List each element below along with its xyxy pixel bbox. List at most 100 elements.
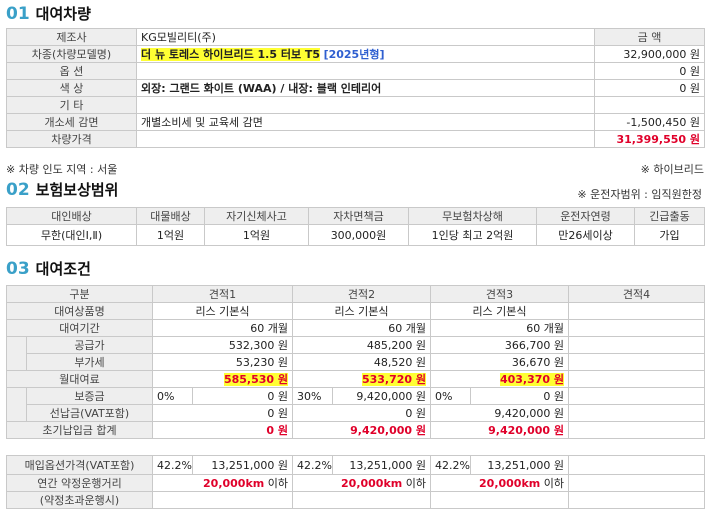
vat-label: 부가세 (26, 353, 153, 371)
buyout-label: 매입옵션가격(VAT포함) (6, 455, 153, 475)
etc-label: 기 타 (6, 96, 137, 114)
insurance-value: 가입 (634, 224, 705, 246)
supply-value: 366,700 원 (430, 336, 569, 354)
empty-cell (292, 491, 431, 509)
rental-table: 구분 견적1 견적2 견적3 견적4 대여상품명 리스 기본식 리스 기본식 리… (6, 285, 705, 439)
initial-value: 9,420,000 원 (430, 421, 569, 439)
mileage-label: 연간 약정운행거리 (6, 474, 153, 492)
model-price: 32,900,000 원 (594, 45, 705, 63)
quote-header: 견적4 (568, 285, 705, 303)
insurance-header: 대인배상 (6, 207, 137, 225)
product-label: 대여상품명 (6, 302, 153, 320)
mileage-suffix: 이하 (405, 477, 426, 490)
delivery-note: ※ 차량 인도 지역 : 서울 (6, 163, 118, 176)
quote-header: 견적3 (430, 285, 569, 303)
etc-value (136, 96, 595, 114)
mileage-value: 20,000km (203, 477, 265, 490)
quote-header: 견적2 (292, 285, 431, 303)
supply-value: 532,300 원 (152, 336, 293, 354)
deposit-value: 9,420,000 원 (332, 387, 431, 405)
monthly-cell: 533,720 원 (292, 370, 431, 388)
buyout-value: 13,251,000 원 (192, 455, 293, 475)
indent-cell (6, 387, 27, 422)
monthly-cell: 585,530 원 (152, 370, 293, 388)
quote-header: 견적1 (152, 285, 293, 303)
vat-value: 36,670 원 (430, 353, 569, 371)
section-rental-heading: 03 대여조건 (6, 258, 91, 279)
total-value (136, 130, 595, 148)
option-label: 옵 션 (6, 62, 137, 80)
vat-value: 48,520 원 (292, 353, 431, 371)
mileage-suffix: 이하 (543, 477, 564, 490)
supply-label: 공급가 (26, 336, 153, 354)
prepay-value: 9,420,000 원 (430, 404, 569, 422)
empty-cell (568, 319, 705, 337)
monthly-value: 403,370 원 (499, 373, 564, 386)
insurance-header: 운전자연령 (536, 207, 635, 225)
section-number: 03 (6, 259, 30, 279)
total-label: 차량가격 (6, 130, 137, 148)
deposit-pct: 30% (292, 387, 333, 405)
extra-label: (약정초과운행시) (6, 491, 153, 509)
insurance-value: 300,000원 (308, 224, 409, 246)
mileage-cell: 20,000km 이하 (292, 474, 431, 492)
indent-cell (6, 336, 27, 371)
initial-value: 0 원 (152, 421, 293, 439)
amount-header: 금 액 (594, 28, 705, 46)
buyout-pct: 42.2% (430, 455, 471, 475)
product-value: 리스 기본식 (152, 302, 293, 320)
empty-cell (568, 421, 705, 439)
section-insurance-heading: 02 보험보상범위 (6, 179, 118, 200)
section-title: 대여차량 (35, 5, 91, 23)
rental-table-lower: 매입옵션가격(VAT포함) 42.2% 13,251,000 원 42.2% 1… (6, 455, 705, 509)
insurance-value: 무한(대인Ⅰ,Ⅱ) (6, 224, 137, 246)
deposit-label: 보증금 (26, 387, 153, 405)
empty-cell (152, 491, 293, 509)
section-number: 02 (6, 180, 30, 200)
empty-cell (568, 455, 705, 475)
prepay-value: 0 원 (152, 404, 293, 422)
monthly-value: 533,720 원 (361, 373, 426, 386)
color-price: 0 원 (594, 79, 705, 97)
empty-cell (568, 491, 705, 509)
empty-cell (568, 353, 705, 371)
mileage-value: 20,000km (341, 477, 403, 490)
buyout-value: 13,251,000 원 (470, 455, 569, 475)
supply-value: 485,200 원 (292, 336, 431, 354)
empty-cell (568, 474, 705, 492)
insurance-table: 대인배상 대물배상 자기신체사고 자차면책금 무보험차상해 운전자연령 긴급출동… (6, 207, 705, 246)
prepay-value: 0 원 (292, 404, 431, 422)
vat-value: 53,230 원 (152, 353, 293, 371)
deposit-value: 0 원 (470, 387, 569, 405)
tax-label: 개소세 감면 (6, 113, 137, 131)
initial-value: 9,420,000 원 (292, 421, 431, 439)
tax-value: 개별소비세 및 교육세 감면 (136, 113, 595, 131)
insurance-header: 무보험차상해 (408, 207, 537, 225)
monthly-label: 월대여료 (6, 370, 153, 388)
product-value: 리스 기본식 (430, 302, 569, 320)
col-header: 구분 (6, 285, 153, 303)
hybrid-note: ※ 하이브리드 (640, 163, 704, 176)
model-name: 더 뉴 토레스 하이브리드 1.5 터보 T5 (141, 48, 321, 61)
etc-price (594, 96, 705, 114)
buyout-pct: 42.2% (292, 455, 333, 475)
empty-cell (568, 370, 705, 388)
empty-cell (568, 336, 705, 354)
monthly-value: 585,530 원 (223, 373, 288, 386)
monthly-cell: 403,370 원 (430, 370, 569, 388)
color-value: 외장: 그랜드 화이트 (WAA) / 내장: 블랙 인테리어 (136, 79, 595, 97)
vehicle-table: 제조사 KG모빌리티(주) 금 액 차종(차량모델명) 더 뉴 토레스 하이브리… (6, 28, 705, 148)
tax-price: -1,500,450 원 (594, 113, 705, 131)
insurance-value: 만26세이상 (536, 224, 635, 246)
insurance-header: 긴급출동 (634, 207, 705, 225)
option-value (136, 62, 595, 80)
model-cell: 더 뉴 토레스 하이브리드 1.5 터보 T5 [2025년형] (136, 45, 595, 63)
section-number: 01 (6, 4, 30, 24)
insurance-value: 1억원 (136, 224, 205, 246)
maker-value: KG모빌리티(주) (136, 28, 595, 46)
empty-cell (568, 404, 705, 422)
empty-cell (568, 387, 705, 405)
period-value: 60 개월 (152, 319, 293, 337)
insurance-value: 1억원 (204, 224, 309, 246)
model-year: [2025년형] (323, 48, 385, 61)
